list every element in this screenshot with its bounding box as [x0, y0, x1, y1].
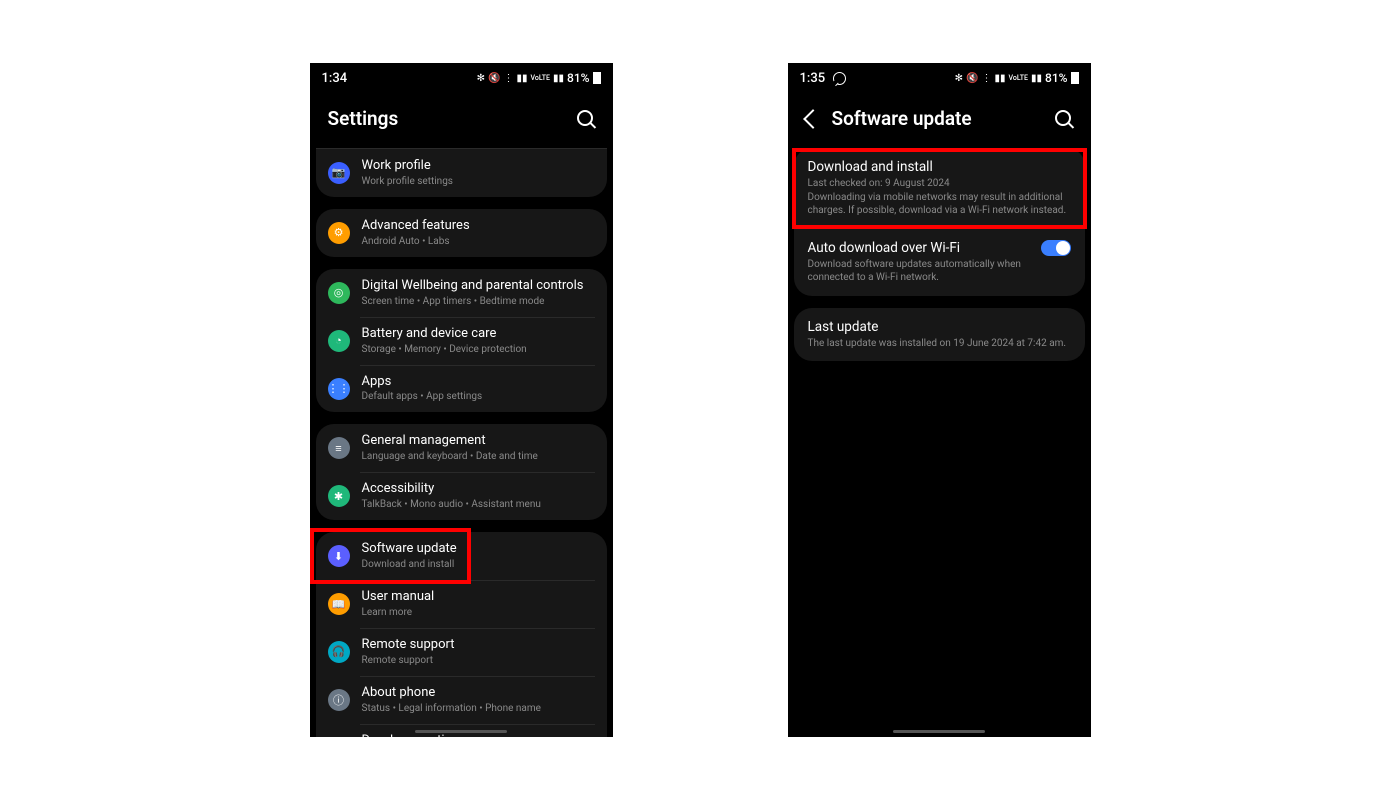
status-bar: 1:34 ✻ 🔇 ⋮ ▮▮ VoLTE ▮▮ 81%	[310, 63, 613, 93]
battery-text: 81%	[1045, 71, 1067, 85]
settings-group: ⚙ Advanced featuresAndroid Auto • Labs	[316, 209, 607, 257]
settings-row-about-phone[interactable]: ⓘ About phoneStatus • Legal information •…	[316, 676, 607, 724]
battery-icon	[1071, 72, 1079, 84]
row-title: User manual	[362, 589, 595, 606]
status-icons: ✻ 🔇 ⋮ ▮▮ VoLTE ▮▮ 81%	[477, 71, 601, 85]
software-update-icon: ⬇	[328, 545, 350, 567]
settings-row-advanced-features[interactable]: ⚙ Advanced featuresAndroid Auto • Labs	[316, 209, 607, 257]
wifi-icon: ⋮	[504, 73, 514, 84]
general-management-icon: ≡	[328, 437, 350, 459]
accessibility-icon: ✱	[328, 485, 350, 507]
update-group: Last update The last update was installed…	[794, 308, 1085, 362]
apps-icon: ⋮⋮	[328, 378, 350, 400]
user-manual-icon: 📖	[328, 593, 350, 615]
row-title: Work profile	[362, 158, 595, 175]
battery-and-device-care-icon: ◔	[328, 330, 350, 352]
signal-icon: ▮▮	[995, 73, 1006, 84]
row-title: General management	[362, 433, 595, 450]
row-subtitle: Download and install	[362, 558, 595, 571]
row-subtitle: Language and keyboard • Date and time	[362, 450, 595, 463]
update-row-last-update[interactable]: Last update The last update was installed…	[794, 308, 1085, 362]
settings-list[interactable]: 📷 Work profileWork profile settings ⚙ Advan…	[310, 148, 613, 737]
phone-software-update: 1:35 ✻ 🔇 ⋮ ▮▮ VoLTE ▮▮ 81% Software upda…	[788, 63, 1091, 737]
row-subtitle: Download software updates automatically …	[808, 258, 1031, 285]
bluetooth-icon: ✻	[955, 73, 963, 84]
row-title: Advanced features	[362, 218, 595, 235]
row-title: Apps	[362, 374, 595, 391]
row-title: Auto download over Wi-Fi	[808, 240, 1031, 256]
settings-row-work-profile[interactable]: 📷 Work profileWork profile settings	[316, 149, 607, 197]
work-profile-icon: 📷	[328, 162, 350, 184]
row-title: Accessibility	[362, 481, 595, 498]
settings-row-general-management[interactable]: ≡ General managementLanguage and keyboard…	[316, 424, 607, 472]
battery-icon	[593, 72, 601, 84]
whatsapp-icon	[833, 72, 846, 85]
settings-group: 📷 Work profileWork profile settings	[316, 148, 607, 197]
page-title: Software update	[832, 107, 972, 130]
row-subtitle: Learn more	[362, 606, 595, 619]
settings-group: ◎ Digital Wellbeing and parental controls…	[316, 269, 607, 413]
row-subtitle: Default apps • App settings	[362, 390, 595, 403]
settings-row-remote-support[interactable]: 🎧 Remote supportRemote support	[316, 628, 607, 676]
search-icon[interactable]	[1055, 110, 1073, 128]
volte-icon: VoLTE	[1009, 74, 1028, 82]
signal-icon: ▮▮	[517, 73, 528, 84]
wifi-icon: ⋮	[982, 73, 992, 84]
status-bar: 1:35 ✻ 🔇 ⋮ ▮▮ VoLTE ▮▮ 81%	[788, 63, 1091, 93]
settings-row-accessibility[interactable]: ✱ AccessibilityTalkBack • Mono audio • As…	[316, 472, 607, 520]
row-subtitle: TalkBack • Mono audio • Assistant menu	[362, 498, 595, 511]
page-title: Settings	[328, 107, 399, 130]
digital-wellbeing-and-parental-controls-icon: ◎	[328, 282, 350, 304]
nav-handle[interactable]	[415, 730, 507, 733]
row-title: Battery and device care	[362, 326, 595, 343]
settings-row-battery-and-device-care[interactable]: ◔ Battery and device careStorage • Memory…	[316, 317, 607, 365]
mute-icon: 🔇	[488, 73, 500, 84]
update-row-download-and-install[interactable]: Download and install Last checked on: 9 A…	[794, 148, 1085, 229]
signal2-icon: ▮▮	[1031, 73, 1042, 84]
row-title: Remote support	[362, 637, 595, 654]
header: Software update	[788, 93, 1091, 148]
row-subtitle: Remote support	[362, 654, 595, 667]
advanced-features-icon: ⚙	[328, 222, 350, 244]
signal2-icon: ▮▮	[553, 73, 564, 84]
row-title: Download and install	[808, 159, 1071, 175]
update-group: Download and install Last checked on: 9 A…	[794, 148, 1085, 296]
row-subtitle: Downloading via mobile networks may resu…	[808, 191, 1071, 218]
settings-row-digital-wellbeing-and-parental-controls[interactable]: ◎ Digital Wellbeing and parental controls…	[316, 269, 607, 317]
header: Settings	[310, 93, 613, 148]
row-subtitle: Status • Legal information • Phone name	[362, 702, 595, 715]
phone-settings: 1:34 ✻ 🔇 ⋮ ▮▮ VoLTE ▮▮ 81% Settings 📷 Wor…	[310, 63, 613, 737]
status-icons: ✻ 🔇 ⋮ ▮▮ VoLTE ▮▮ 81%	[955, 71, 1079, 85]
back-icon[interactable]	[803, 109, 823, 129]
update-row-auto-download-over-wi-fi[interactable]: Auto download over Wi-Fi Download softwar…	[794, 229, 1085, 296]
row-title: Developer options	[362, 733, 595, 737]
settings-group: ≡ General managementLanguage and keyboard…	[316, 424, 607, 520]
settings-row-software-update[interactable]: ⬇ Software updateDownload and install	[316, 532, 607, 580]
about-phone-icon: ⓘ	[328, 689, 350, 711]
status-time: 1:35	[800, 71, 826, 86]
nav-handle[interactable]	[893, 730, 985, 733]
row-subtitle: Android Auto • Labs	[362, 235, 595, 248]
row-subtitle: Work profile settings	[362, 175, 595, 188]
row-title: About phone	[362, 685, 595, 702]
remote-support-icon: 🎧	[328, 641, 350, 663]
row-title: Last update	[808, 319, 1071, 335]
update-list: Download and install Last checked on: 9 A…	[788, 148, 1091, 737]
search-icon[interactable]	[577, 110, 595, 128]
row-subtitle: Storage • Memory • Device protection	[362, 343, 595, 356]
volte-icon: VoLTE	[531, 74, 550, 82]
row-title: Software update	[362, 541, 595, 558]
wifi-auto-toggle[interactable]	[1041, 240, 1071, 256]
row-subtitle: The last update was installed on 19 June…	[808, 337, 1071, 351]
status-time: 1:34	[322, 71, 348, 86]
row-subtitle: Screen time • App timers • Bedtime mode	[362, 295, 595, 308]
settings-row-apps[interactable]: ⋮⋮ AppsDefault apps • App settings	[316, 365, 607, 413]
settings-group: ⬇ Software updateDownload and install 📖 Use…	[316, 532, 607, 737]
mute-icon: 🔇	[966, 73, 978, 84]
row-subtitle: Last checked on: 9 August 2024	[808, 177, 1071, 191]
battery-text: 81%	[567, 71, 589, 85]
settings-row-user-manual[interactable]: 📖 User manualLearn more	[316, 580, 607, 628]
row-title: Digital Wellbeing and parental controls	[362, 278, 595, 295]
bluetooth-icon: ✻	[477, 73, 485, 84]
